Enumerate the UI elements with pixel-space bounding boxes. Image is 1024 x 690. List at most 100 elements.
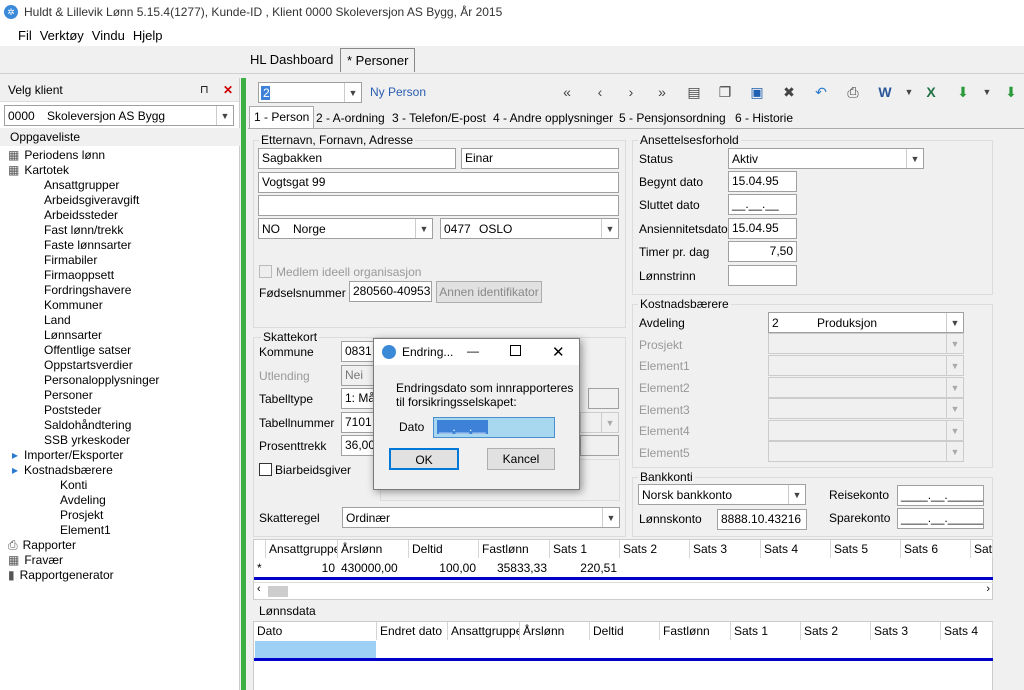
horizontal-scrollbar[interactable]: ‹ › — [254, 582, 993, 599]
project-select[interactable]: ▼ — [768, 333, 964, 354]
grid-header[interactable]: Deltid — [409, 540, 479, 558]
grid-header[interactable]: Ansattgruppe — [448, 622, 520, 640]
undo-icon[interactable]: ↶ — [812, 83, 830, 101]
element1-select[interactable]: ▼ — [768, 355, 964, 376]
last-icon[interactable]: » — [653, 83, 671, 101]
tree-item[interactable]: Firmaoppsett — [8, 268, 236, 283]
tab-andre[interactable]: 4 - Andre opplysninger — [491, 108, 615, 128]
tax-rule-select[interactable]: Ordinær ▼ — [342, 507, 620, 528]
tree-item[interactable]: ▸ Importer/Eksporter — [8, 448, 236, 463]
tab-person[interactable]: 1 - Person — [249, 106, 315, 128]
cancel-button[interactable]: Kancel — [487, 448, 555, 470]
tree-item[interactable]: ▦ Fravær — [8, 553, 236, 568]
tab-a-ordning[interactable]: 2 - A-ordning — [314, 108, 387, 128]
address1-field[interactable]: Vogtsgat 99 — [258, 172, 619, 193]
status-select[interactable]: Aktiv ▼ — [728, 148, 924, 169]
excel-icon[interactable]: X — [922, 83, 940, 101]
pin-icon[interactable]: ⊓ — [200, 83, 209, 96]
grid-header[interactable]: Sats 5 — [831, 540, 901, 558]
tree-item[interactable]: SSB yrkeskoder — [8, 433, 236, 448]
grid-header[interactable]: Dato — [254, 622, 377, 640]
tab-pensjon[interactable]: 5 - Pensjonsordning — [617, 108, 728, 128]
grid-header[interactable]: Fastlønn — [479, 540, 550, 558]
start-date-field[interactable]: 15.04.95 — [728, 171, 797, 192]
tree-item[interactable]: Ansattgrupper — [8, 178, 236, 193]
save-icon[interactable]: ▣ — [748, 83, 766, 101]
tree-item[interactable]: Saldohåndtering — [8, 418, 236, 433]
other-id-button[interactable]: Annen identifikator — [436, 281, 542, 303]
tree-item[interactable]: Arbeidsgiveravgift — [8, 193, 236, 208]
grid-header[interactable]: Sats 3 — [871, 622, 941, 640]
bank-type-select[interactable]: Norsk bankkonto ▼ — [638, 484, 806, 505]
grid-header[interactable]: Sats 1 — [731, 622, 801, 640]
tree-item[interactable]: Faste lønnsarter — [8, 238, 236, 253]
grid-header[interactable]: Sats 1 — [550, 540, 620, 558]
tree-item[interactable]: Personer — [8, 388, 236, 403]
grid-header[interactable]: Sats 2 — [620, 540, 690, 558]
grid-header[interactable]: Fastlønn — [660, 622, 731, 640]
tree-item[interactable]: Konti — [8, 478, 236, 493]
word-icon[interactable]: W — [876, 83, 894, 101]
panel-splitter[interactable] — [241, 78, 246, 690]
grid-header[interactable]: Sats 6 — [901, 540, 971, 558]
scroll-right-icon[interactable]: › — [986, 583, 990, 595]
ok-button[interactable]: OK — [389, 448, 459, 470]
close-icon[interactable]: ✕ — [552, 343, 565, 361]
grid-cell[interactable]: 10 — [266, 560, 338, 576]
maximize-icon[interactable] — [510, 345, 521, 356]
element2-select[interactable]: ▼ — [768, 377, 964, 398]
scroll-thumb[interactable] — [268, 586, 288, 597]
grid-header[interactable]: Sats 2 — [801, 622, 871, 640]
tree-item[interactable]: Personalopplysninger — [8, 373, 236, 388]
tree-item[interactable]: Element1 — [8, 523, 236, 538]
print-icon[interactable]: ⎙ — [844, 83, 862, 101]
seniority-field[interactable]: 15.04.95 — [728, 218, 797, 239]
first-icon[interactable]: « — [558, 83, 576, 101]
address2-field[interactable] — [258, 195, 619, 216]
tab-telefon[interactable]: 3 - Telefon/E-post — [390, 108, 488, 128]
grid-cell[interactable]: 430000,00 — [338, 560, 398, 576]
expand-icon[interactable]: ▸ — [12, 448, 18, 462]
tab-historie[interactable]: 6 - Historie — [733, 108, 795, 128]
element4-select[interactable]: ▼ — [768, 420, 964, 441]
wage-level-field[interactable] — [728, 265, 797, 286]
new-person-link[interactable]: Ny Person — [370, 85, 426, 99]
tree-item[interactable]: Arbeidssteder — [8, 208, 236, 223]
tab-hl-dashboard[interactable]: HL Dashboard — [244, 48, 339, 72]
grid-header[interactable]: Sats 4 — [761, 540, 831, 558]
tree-item[interactable]: Firmabiler — [8, 253, 236, 268]
zip-select[interactable]: 0477 OSLO ▼ — [440, 218, 619, 239]
menu-vindu[interactable]: Vindu — [92, 28, 125, 43]
table-number-select[interactable]: ▼ — [580, 412, 619, 433]
chevron-down-icon[interactable]: ▼ — [900, 83, 918, 101]
grid-header[interactable]: Ansattgruppe — [266, 540, 338, 558]
tree-item[interactable]: Avdeling — [8, 493, 236, 508]
tree-item[interactable]: ▦ Kartotek — [8, 163, 236, 178]
department-select[interactable]: 2 Produksjon ▼ — [768, 312, 964, 333]
tree-item[interactable]: ▦ Periodens lønn — [8, 148, 236, 163]
selected-cell[interactable] — [255, 641, 376, 658]
grid-header[interactable]: Sats — [971, 540, 993, 558]
tree-item[interactable]: Land — [8, 313, 236, 328]
tree-item[interactable]: Prosjekt — [8, 508, 236, 523]
grid-cell[interactable]: 220,51 — [550, 560, 620, 576]
country-select[interactable]: NO Norge ▼ — [258, 218, 433, 239]
wage-account-field[interactable]: 8888.10.43216 — [717, 509, 807, 530]
tree-item[interactable]: ▮ Rapportgenerator — [8, 568, 236, 583]
previous-icon[interactable]: ‹ — [591, 83, 609, 101]
tree-item[interactable]: ▸ Kostnadsbærere — [8, 463, 236, 478]
scroll-left-icon[interactable]: ‹ — [257, 583, 261, 595]
savings-account-field[interactable]: ____.__.______ — [897, 508, 984, 529]
close-icon[interactable]: ✕ — [223, 83, 233, 97]
tree-item[interactable]: Fordringshavere — [8, 283, 236, 298]
tab-personer[interactable]: * Personer — [340, 48, 416, 72]
menu-verktoy[interactable]: Verktøy — [40, 28, 84, 43]
birth-number-field[interactable]: 280560-40953 — [349, 281, 432, 302]
element3-select[interactable]: ▼ — [768, 398, 964, 419]
person-select[interactable]: 2 ▼ — [258, 82, 362, 103]
firstname-field[interactable]: Einar — [461, 148, 619, 169]
tree-item[interactable]: Kommuner — [8, 298, 236, 313]
grid-header[interactable]: Endret dato — [377, 622, 448, 640]
export-icon[interactable]: ⬇ — [1002, 83, 1020, 101]
tree-item[interactable]: ⎙ Rapporter — [8, 538, 236, 553]
